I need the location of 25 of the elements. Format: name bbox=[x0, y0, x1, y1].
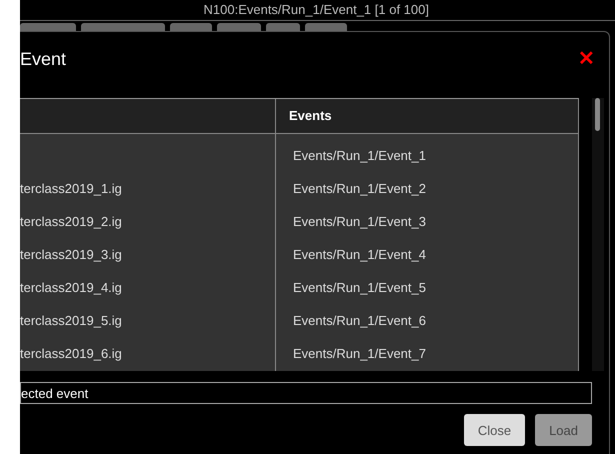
selected-event-field[interactable]: ected event bbox=[20, 382, 592, 404]
file-name-cell: terclass2019_6.ig bbox=[20, 346, 122, 361]
scrollbar[interactable] bbox=[592, 98, 604, 371]
event-cell: Events/Run_1/Event_7 bbox=[293, 346, 426, 361]
dialog-title: Event bbox=[20, 48, 66, 71]
tab[interactable] bbox=[170, 23, 212, 31]
file-name-cell: terclass2019_2.ig bbox=[20, 214, 122, 229]
tab[interactable] bbox=[81, 23, 165, 31]
event-cell: Events/Run_1/Event_3 bbox=[293, 214, 426, 229]
event-cell: Events/Run_1/Event_1 bbox=[293, 148, 426, 163]
event-cell: Events/Run_1/Event_4 bbox=[293, 247, 426, 262]
tab[interactable] bbox=[20, 23, 76, 31]
event-cell: Events/Run_1/Event_6 bbox=[293, 313, 426, 328]
event-cell: Events/Run_1/Event_5 bbox=[293, 280, 426, 295]
file-name-cell: terclass2019_3.ig bbox=[20, 247, 122, 262]
file-name-cell: terclass2019_4.ig bbox=[20, 280, 122, 295]
tab[interactable] bbox=[305, 23, 347, 31]
tab[interactable] bbox=[266, 23, 300, 31]
tab[interactable] bbox=[217, 23, 261, 31]
event-path-title: N100:Events/Run_1/Event_1 [1 of 100] bbox=[204, 1, 429, 19]
file-name-cell: terclass2019_1.ig bbox=[20, 181, 122, 196]
scroll-thumb[interactable] bbox=[595, 98, 600, 131]
event-cell: Events/Run_1/Event_2 bbox=[293, 181, 426, 196]
file-name-cell: terclass2019_5.ig bbox=[20, 313, 122, 328]
close-button[interactable]: Close bbox=[464, 414, 526, 446]
